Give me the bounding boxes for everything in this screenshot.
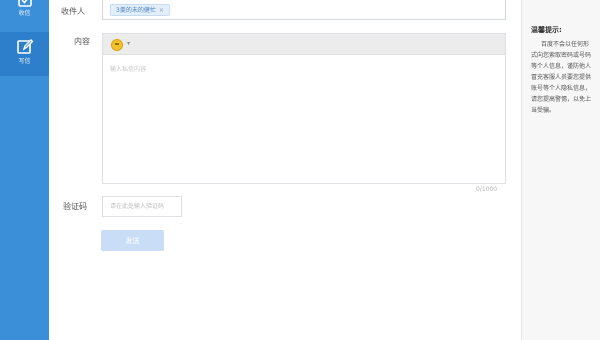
tips-body: 百度不会以任何形式向您索取密码或号码等个人信息，谨防他人冒充客服人员要您提供账号… [531, 41, 592, 114]
recipient-chip[interactable]: 3羹的未的健忙 × [110, 4, 170, 16]
content-editor[interactable]: ▾ 输入私信内容 [102, 33, 506, 184]
send-button[interactable]: 发送 [101, 230, 164, 251]
sidebar-item-compose[interactable]: 写信 [0, 32, 49, 76]
chevron-down-icon[interactable]: ▾ [127, 40, 130, 47]
editor-toolbar: ▾ [103, 34, 505, 55]
content-placeholder: 输入私信内容 [110, 66, 147, 73]
compose-form: 收件人 3羹的未的健忙× 内容 ▾ 输入私信内容 0/1000 验证码 发送 [49, 0, 521, 340]
content-label: 内容 [74, 37, 90, 46]
remove-recipient-icon[interactable]: × [159, 7, 164, 14]
emoji-icon[interactable] [111, 39, 123, 51]
tips-title: 温馨提示: [531, 26, 562, 34]
pencil-icon [16, 39, 33, 54]
recipient-label: 收件人 [61, 7, 85, 16]
sidebar-item-label: 写信 [18, 58, 31, 65]
sidebar-item-label: 收信 [18, 10, 31, 17]
inbox-icon [17, 0, 32, 7]
captcha-label: 验证码 [63, 202, 87, 211]
sidebar: 收信 写信 [0, 0, 49, 340]
recipient-field[interactable]: 3羹的未的健忙 × [102, 0, 506, 20]
char-count: 0/1000 [476, 186, 498, 193]
tips-panel: 温馨提示: 百度不会以任何形式向您索取密码或号码等个人信息，谨防他人冒充客服人员… [521, 0, 600, 340]
sidebar-item-inbox[interactable]: 收信 [0, 0, 49, 26]
recipient-chip-label: 3羹的未的健忙 [116, 7, 156, 14]
captcha-input[interactable] [102, 196, 182, 217]
